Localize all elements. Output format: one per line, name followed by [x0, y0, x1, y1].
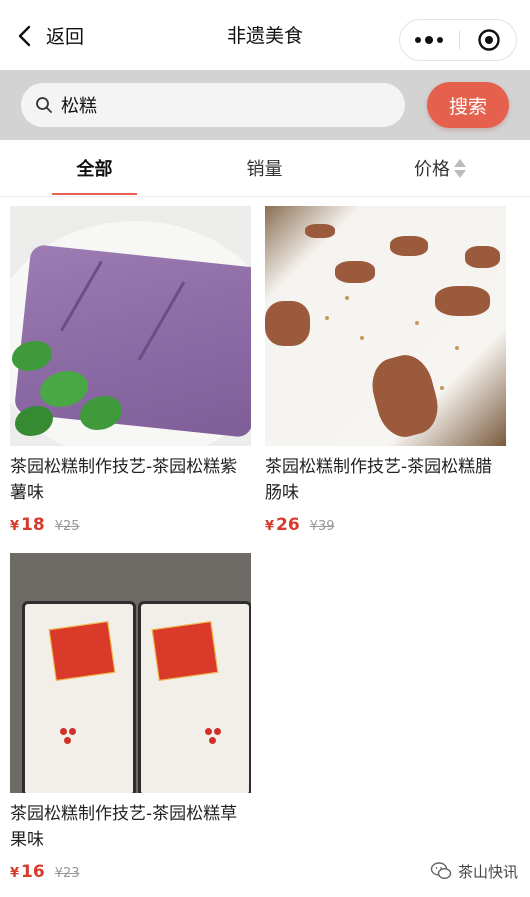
watermark: 茶山快讯 [430, 860, 518, 882]
active-tab-indicator [52, 193, 137, 195]
close-circle-icon [477, 29, 500, 51]
product-image [265, 206, 506, 446]
product-card[interactable]: 茶园松糕制作技艺-茶园松糕紫薯味 ¥18 ¥25 [10, 206, 251, 535]
tab-all[interactable]: 全部 [52, 140, 137, 196]
product-price: ¥16 [10, 862, 45, 882]
product-title: 茶园松糕制作技艺-茶园松糕草果味 [10, 804, 238, 850]
product-card[interactable]: 茶园松糕制作技艺-茶园松糕腊肠味 ¥26 ¥39 [265, 206, 506, 535]
product-price: ¥18 [10, 515, 45, 535]
more-button[interactable] [400, 20, 458, 60]
product-image [10, 206, 251, 446]
sort-arrows-icon [454, 158, 466, 178]
more-dots-icon [415, 37, 421, 43]
search-input[interactable]: 松糕 [21, 83, 405, 127]
tab-price[interactable]: 价格 [400, 140, 480, 196]
tab-price-label: 价格 [414, 159, 450, 180]
original-price: ¥25 [54, 519, 80, 534]
mini-program-capsule [399, 19, 517, 61]
wechat-icon [430, 862, 452, 880]
navigation-bar: 返回 非遗美食 [0, 0, 530, 70]
price-row: ¥18 ¥25 [10, 515, 251, 535]
product-title: 茶园松糕制作技艺-茶园松糕腊肠味 [265, 457, 493, 503]
original-price: ¥39 [309, 519, 335, 534]
sort-tabs: 全部 销量 价格 [0, 140, 530, 197]
search-button[interactable]: 搜索 [427, 82, 509, 128]
close-button[interactable] [460, 20, 517, 60]
search-bar: 松糕 搜索 [0, 70, 530, 140]
watermark-text: 茶山快讯 [458, 862, 519, 881]
product-image [10, 553, 251, 793]
search-query: 松糕 [61, 96, 97, 117]
original-price: ¥23 [54, 866, 80, 881]
price-row: ¥26 ¥39 [265, 515, 506, 535]
product-card[interactable]: 茶园松糕制作技艺-茶园松糕草果味 ¥16 ¥23 [10, 553, 251, 882]
tab-sales[interactable]: 销量 [222, 140, 307, 196]
search-icon [36, 97, 52, 113]
product-price: ¥26 [265, 515, 300, 535]
product-title: 茶园松糕制作技艺-茶园松糕紫薯味 [10, 457, 238, 503]
price-row: ¥16 ¥23 [10, 862, 251, 882]
